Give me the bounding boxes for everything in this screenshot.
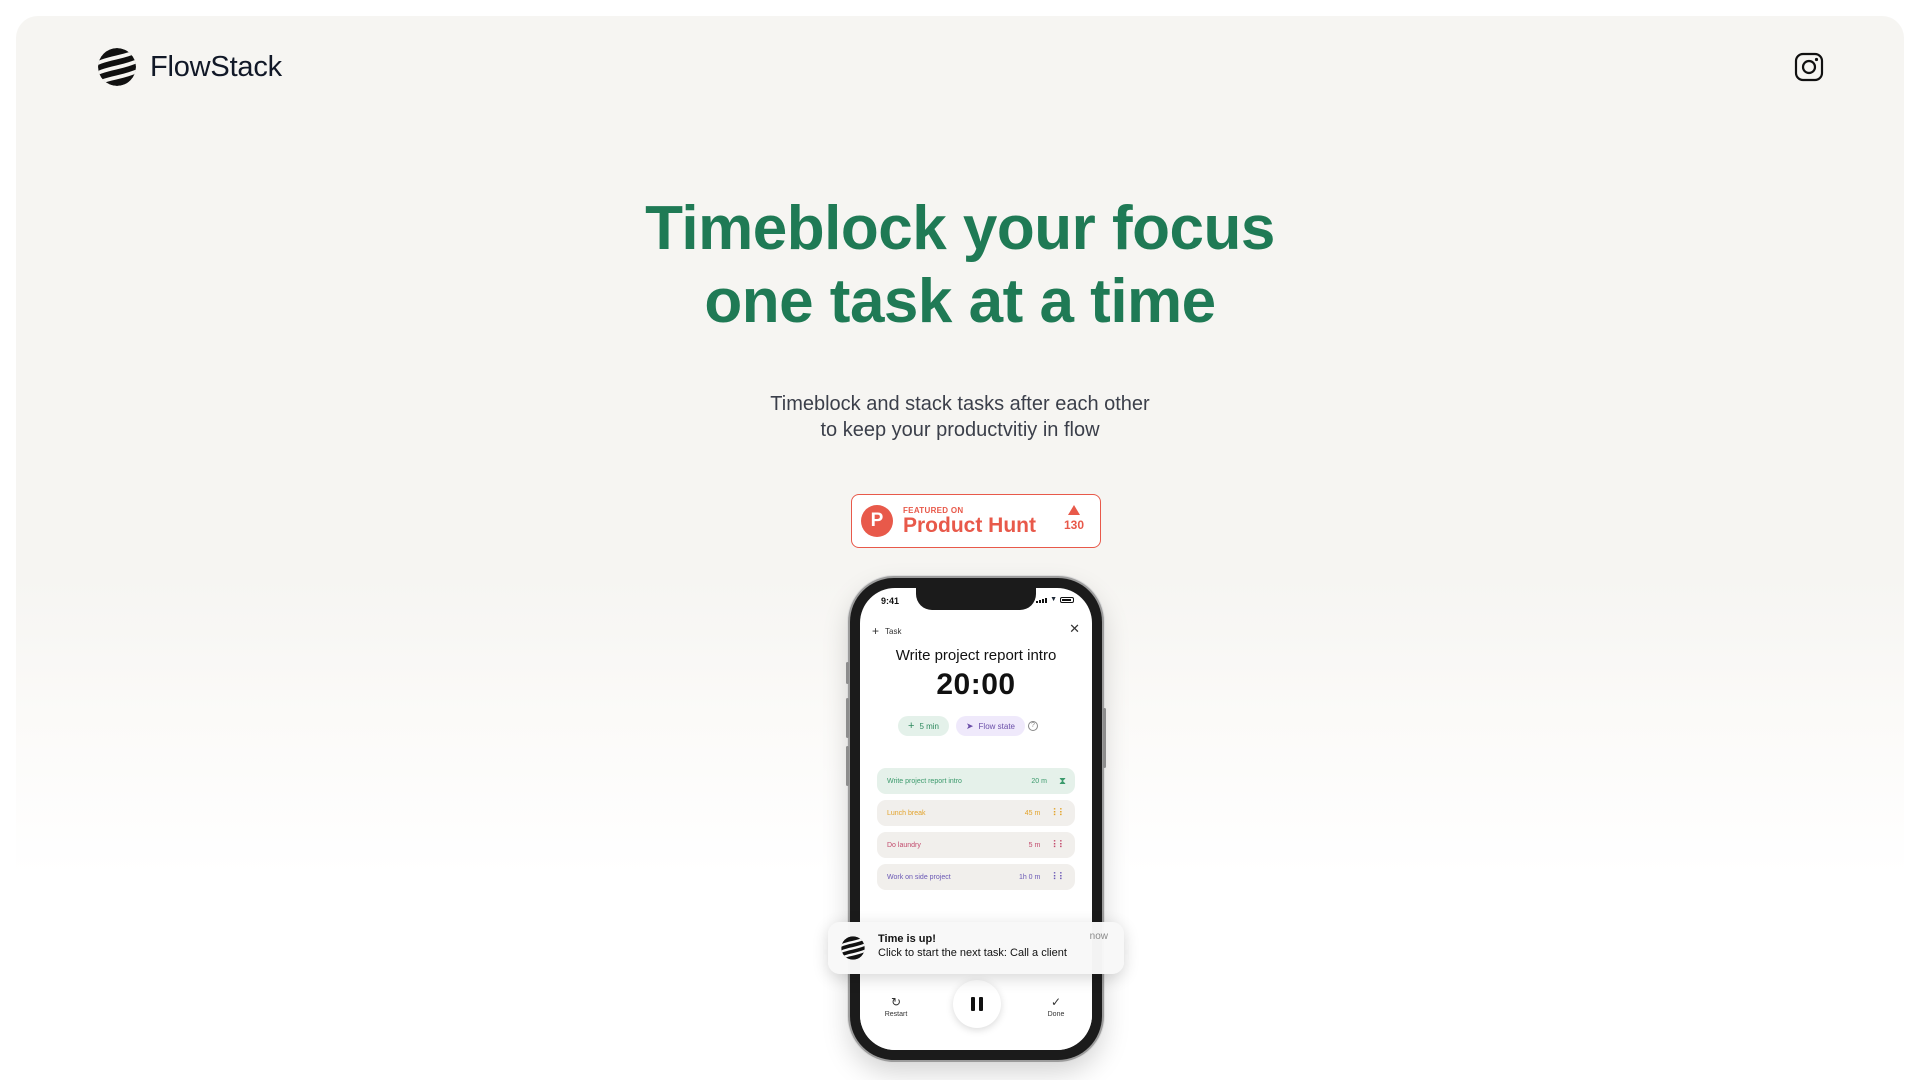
hero-subtitle-line1: Timeblock and stack tasks after each oth…	[770, 393, 1150, 415]
notification-time: now	[1089, 931, 1108, 942]
task-duration: 5 m	[1028, 841, 1041, 849]
task-list: Write project report intro 20 m ⧗ Lunch bre…	[877, 768, 1075, 896]
task-name: Write project report intro	[887, 777, 962, 785]
phone-side-button	[1103, 708, 1106, 768]
phone-mockup: 9:41 ▼ + Task ✕ Write project report int…	[846, 578, 1106, 1060]
task-row[interactable]: Lunch break 45 m ⠇⠇	[877, 800, 1075, 826]
landing-page: FlowStack Timeblock your focus one task …	[16, 16, 1904, 1080]
done-label: Done	[1047, 1011, 1065, 1018]
phone-screen: 9:41 ▼ + Task ✕ Write project report int…	[860, 588, 1092, 1050]
status-icons: ▼	[1036, 596, 1074, 603]
rocket-icon: ➤	[966, 720, 974, 731]
check-icon: ✓	[1050, 995, 1062, 1009]
task-row[interactable]: Work on side project 1h 0 m ⠇⠇	[877, 864, 1075, 890]
task-duration: 1h 0 m	[1018, 873, 1041, 881]
upvote-count: 130	[1063, 518, 1084, 532]
plus-icon: +	[872, 624, 880, 638]
upvote-counter: 130	[1064, 505, 1084, 532]
restart-icon: ↻	[890, 995, 902, 1009]
flowstack-logo-icon	[98, 48, 136, 86]
hero-subtitle: Timeblock and stack tasks after each oth…	[16, 391, 1904, 443]
help-icon[interactable]: ?	[1028, 721, 1038, 731]
pause-icon	[971, 997, 975, 1011]
restart-label: Restart	[884, 1011, 908, 1018]
add-task-button[interactable]: + Task	[872, 624, 901, 638]
drag-handle-icon[interactable]: ⠇⠇	[1052, 872, 1066, 883]
drag-handle-icon[interactable]: ⠇⠇	[1052, 840, 1066, 851]
timer-display: 20:00	[936, 668, 1016, 701]
pause-button[interactable]	[953, 980, 1001, 1028]
notification-banner[interactable]: Time is up! Click to start the next task…	[828, 922, 1124, 974]
task-duration: 20 m	[1031, 777, 1047, 785]
drag-handle-icon[interactable]: ⠇⠇	[1052, 808, 1066, 819]
instagram-icon[interactable]	[1794, 52, 1824, 82]
product-hunt-text: FEATURED ON Product Hunt	[903, 506, 1036, 537]
hero-subtitle-line2: to keep your productvitiy in flow	[820, 419, 1100, 441]
hourglass-icon: ⧗	[1058, 775, 1066, 787]
task-row[interactable]: Do laundry 5 m ⠇⠇	[877, 832, 1075, 858]
phone-side-button	[846, 746, 849, 786]
task-duration: 45 m	[1024, 809, 1041, 817]
wifi-icon: ▼	[1050, 596, 1057, 603]
battery-icon	[1060, 597, 1074, 603]
flow-state-label: Flow state	[978, 721, 1016, 731]
brand-name: FlowStack	[150, 50, 282, 83]
task-header-label: Task	[885, 626, 902, 636]
restart-button[interactable]: ↻ Restart	[876, 995, 916, 1018]
task-name: Do laundry	[887, 841, 921, 849]
phone-side-button	[846, 662, 849, 684]
hero-title: Timeblock your focus one task at a time	[16, 192, 1904, 338]
flow-state-button[interactable]: ➤ Flow state	[956, 716, 1026, 736]
notification-body: Click to start the next task: Call a cli…	[878, 947, 1067, 959]
pause-icon	[979, 997, 983, 1011]
close-icon[interactable]: ✕	[1069, 621, 1080, 637]
notification-title: Time is up!	[878, 933, 936, 945]
current-task-title: Write project report intro	[895, 647, 1057, 664]
add-5-min-label: 5 min	[919, 721, 939, 731]
product-hunt-logo-icon: P	[861, 505, 893, 537]
task-name: Lunch break	[887, 809, 926, 817]
add-5-min-button[interactable]: + 5 min	[898, 716, 949, 736]
signal-icon	[1036, 598, 1048, 603]
product-hunt-badge[interactable]: P FEATURED ON Product Hunt 130	[851, 494, 1101, 548]
timer-controls: ↻ Restart ✓ Done	[860, 962, 1092, 1050]
flowstack-logo-icon	[841, 936, 865, 960]
product-hunt-name: Product Hunt	[903, 513, 1036, 537]
brand-logo[interactable]: FlowStack	[96, 46, 282, 88]
upvote-triangle-icon	[1067, 505, 1080, 515]
hero-title-line2: one task at a time	[704, 267, 1216, 336]
plus-icon: +	[908, 720, 915, 732]
done-button[interactable]: ✓ Done	[1036, 995, 1076, 1018]
task-row[interactable]: Write project report intro 20 m ⧗	[877, 768, 1075, 794]
status-time: 9:41	[881, 596, 900, 606]
phone-notch	[916, 588, 1036, 610]
hero-title-line1: Timeblock your focus	[645, 194, 1275, 263]
task-name: Work on side project	[887, 873, 951, 881]
phone-side-button	[846, 698, 849, 738]
